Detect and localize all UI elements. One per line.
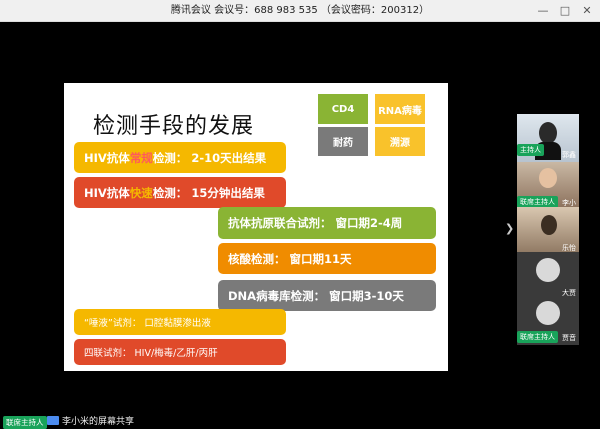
host-badge: 主持人 <box>517 144 544 156</box>
person-face <box>539 168 557 188</box>
row-prefix: HIV抗体 <box>84 185 130 200</box>
method-row-regular-antibody: HIV抗体 常规 检测： 2-10天出结果 <box>74 142 286 173</box>
method-row-combo: 抗体抗原联合试剂： 窗口期2-4周 <box>218 207 436 239</box>
row-prefix: HIV抗体 <box>84 150 130 165</box>
participant-tile[interactable]: 乐怡 <box>517 207 579 255</box>
avatar <box>536 301 560 325</box>
close-icon[interactable]: ✕ <box>576 0 598 22</box>
row-highlight: 快速 <box>129 185 153 200</box>
screen-share-label: 李小米的屏幕共享 <box>62 417 135 427</box>
method-row-rapid-antibody: HIV抗体 快速 检测： 15分钟出结果 <box>74 177 286 208</box>
tag-traceability: 溯源 <box>375 127 425 156</box>
person-silhouette <box>539 122 557 144</box>
tag-rna: RNA病毒 <box>375 94 425 124</box>
bottom-status-bar: 联席主持人 李小米的屏幕共享 <box>0 413 600 429</box>
chevron-right-icon[interactable]: ❯ <box>505 222 514 235</box>
host-badge: 联席主持人 <box>3 416 47 429</box>
slide-title: 检测手段的发展 <box>93 114 255 139</box>
participant-tile[interactable]: 大贾 <box>517 252 579 300</box>
host-badge: 联席主持人 <box>517 331 558 343</box>
tag-cd4: CD4 <box>318 94 368 124</box>
avatar <box>536 258 560 282</box>
method-row-saliva: “唾液”试剂： 口腔黏膜渗出液 <box>74 309 286 335</box>
participant-name: 贾音 <box>562 334 576 342</box>
tag-drug-resistance: 耐药 <box>318 127 368 156</box>
row-suffix: 检测： 2-10天出结果 <box>152 150 267 165</box>
maximize-icon[interactable]: □ <box>554 0 576 22</box>
person-silhouette <box>541 215 557 235</box>
meeting-info-text: 腾讯会议 会议号：688 983 535 （会议密码：200312） <box>170 5 430 16</box>
window-titlebar: 腾讯会议 会议号：688 983 535 （会议密码：200312） — □ ✕ <box>0 0 600 22</box>
method-row-dna: DNA病毒库检测： 窗口期3-10天 <box>218 280 436 311</box>
shared-slide: 检测手段的发展 CD4 RNA病毒 耐药 溯源 HIV抗体 常规 检测： 2-10天… <box>64 83 448 371</box>
participant-tile[interactable]: 联席主持人 李小 <box>517 162 579 210</box>
participant-tile[interactable]: 主持人 郭鑫 <box>517 114 579 162</box>
method-row-nucleic-acid: 核酸检测： 窗口期11天 <box>218 243 436 274</box>
minimize-icon[interactable]: — <box>532 0 554 22</box>
row-highlight: 常规 <box>129 150 153 165</box>
participant-name: 郭鑫 <box>562 151 576 159</box>
participant-tile[interactable]: 联席主持人 贾音 <box>517 297 579 345</box>
screen-share-icon <box>47 416 59 425</box>
method-row-quad: 四联试剂： HIV/梅毒/乙肝/丙肝 <box>74 339 286 365</box>
row-suffix: 检测： 15分钟出结果 <box>152 185 265 200</box>
